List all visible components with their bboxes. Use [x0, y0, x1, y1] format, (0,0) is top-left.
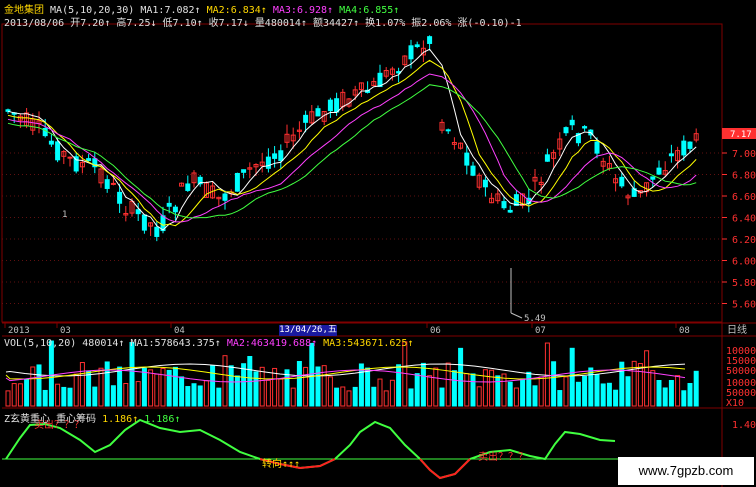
quote-turnover: 换1.07%	[365, 18, 406, 29]
date-axis: 2013 03 04 06 07 08	[4, 323, 690, 336]
quote-change: 涨(-0.10)-1	[457, 18, 522, 29]
volume-ma1: MA1:578643.375↑	[130, 338, 221, 349]
ma-line	[7, 48, 697, 231]
date-tick: 2013	[8, 326, 30, 336]
date-cursor-label: 13/04/26,五	[279, 325, 337, 336]
quote-open: 开7.20↑	[70, 18, 111, 29]
indicator-header: Z玄黄重心 重心筹码 1.186↑ 1.186↑	[4, 410, 180, 425]
price-axis: 7.00 6.80 6.60 6.40 6.20 6.00 5.80 5.60	[722, 149, 756, 311]
volume-label: VOL(5,10,20)	[4, 338, 77, 349]
price-tick: 6.60	[732, 192, 756, 203]
date-tick: 08	[679, 326, 690, 336]
quote-close: 收7.17↓	[208, 18, 249, 29]
indicator-line-green	[5, 418, 616, 480]
quote-low: 低7.10↑	[162, 18, 203, 29]
indicator-axis-label: 1.40	[732, 420, 756, 431]
watermark: www.7gpzb.com	[618, 457, 754, 485]
current-price-tag: 7.17	[730, 130, 752, 140]
indicator-turn-signal: 转向↑↑↑	[262, 457, 300, 470]
quote-amount: 额34427↑	[313, 18, 360, 29]
price-tick: 6.40	[732, 214, 756, 225]
low-marker: 1	[62, 210, 67, 220]
timeframe-label[interactable]: 日线	[727, 323, 747, 336]
indicator-name: 重心筹码	[56, 414, 97, 425]
moving-average-lines	[7, 48, 697, 231]
min-price-leader-h	[510, 312, 523, 319]
quote-amplitude: 振2.06%	[411, 18, 452, 29]
min-price-label: 5.49	[524, 314, 546, 324]
price-tick: 6.00	[732, 257, 756, 268]
price-tick: 5.60	[732, 300, 756, 311]
indicator-sell-signal-2: 卖出？？？	[478, 450, 528, 463]
header-line-2: 2013/08/06 开7.20↑ 高7.25↓ 低7.10↑ 收7.17↓ 量…	[4, 14, 522, 29]
quote-date: 2013/08/06	[4, 18, 65, 29]
indicator-value-1: 1.186↑	[102, 414, 139, 425]
ma-line	[7, 84, 697, 219]
date-tick: 04	[174, 326, 185, 336]
ma-line	[7, 59, 697, 227]
price-tick: 5.80	[732, 278, 756, 289]
volume-ma3: MA3:543671.625↑	[323, 338, 414, 349]
volume-ma2: MA2:463419.688↑	[226, 338, 318, 349]
volume-unit: X10	[726, 398, 744, 409]
volume-header: VOL(5,10,20) 480014↑ MA1:578643.375↑ MA2…	[4, 338, 413, 349]
price-tick: 6.80	[732, 171, 756, 182]
volume-value: 480014↑	[82, 338, 125, 349]
volume-tick: 500000	[726, 366, 756, 377]
indicator-label[interactable]: Z玄黄重心	[4, 414, 50, 425]
ma-line	[7, 73, 697, 223]
quote-high: 高7.25↓	[116, 18, 157, 29]
quote-volume: 量480014↑	[254, 18, 307, 29]
date-tick: 07	[535, 326, 546, 336]
date-tick: 03	[60, 326, 71, 336]
indicator-value-2: 1.186↑	[144, 414, 181, 425]
volume-axis: 10000015000050000010000050000	[726, 346, 756, 399]
price-tick: 6.20	[732, 235, 756, 246]
price-grid	[2, 152, 722, 304]
price-tick: 7.00	[732, 149, 756, 160]
date-tick: 06	[430, 326, 441, 336]
